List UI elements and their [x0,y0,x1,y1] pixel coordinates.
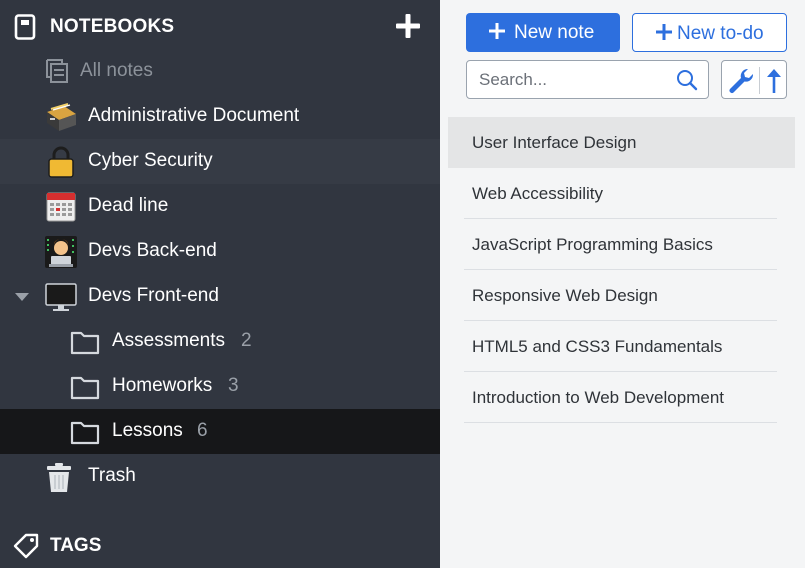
sidebar-item-dead-line[interactable]: Dead line [0,184,440,229]
sidebar-item-label: Dead line [88,195,169,216]
sidebar-item-label: All notes [80,60,153,81]
plus-icon [489,23,505,39]
sidebar-item-label: Administrative Document [88,105,300,126]
sidebar-item-trash[interactable]: Trash [0,454,440,499]
sidebar-item-homeworks[interactable]: Homeworks 3 [0,364,440,409]
sidebar-item-count: 6 [197,420,208,441]
sidebar: NOTEBOOKS All notes Administrative Docum… [0,0,440,568]
note-item[interactable]: Web Accessibility [448,168,795,219]
note-title: JavaScript Programming Basics [472,235,713,254]
sidebar-item-label: Devs Back-end [88,240,217,261]
technologist-icon [45,236,77,268]
expand-caret-icon[interactable] [15,293,29,301]
all-notes-icon [46,59,68,83]
tags-header[interactable]: TAGS [0,522,440,568]
plus-icon [656,24,672,40]
sidebar-item-label: Assessments [112,330,225,351]
trash-icon [47,463,71,492]
note-item[interactable]: JavaScript Programming Basics [448,219,795,270]
notebooks-title: NOTEBOOKS [50,16,175,37]
sidebar-item-all-notes[interactable]: All notes [0,49,440,94]
note-item[interactable]: HTML5 and CSS3 Fundamentals [448,321,795,372]
search-input[interactable] [479,69,669,91]
calendar-icon [46,192,76,222]
folder-icon [70,376,100,400]
folder-icon [70,331,100,355]
lock-icon [48,146,74,178]
new-note-button[interactable]: New note [466,13,620,52]
note-item[interactable]: Responsive Web Design [448,270,795,321]
wrench-icon[interactable] [726,66,756,96]
cabinet-icon [47,103,76,131]
sidebar-item-label: Homeworks [112,375,213,396]
search-box [466,60,709,99]
search-icon[interactable] [676,69,698,91]
note-title: Web Accessibility [472,184,604,203]
note-title: Responsive Web Design [472,286,658,305]
sidebar-item-devs-front-end[interactable]: Devs Front-end [0,274,440,319]
note-item[interactable]: User Interface Design [448,117,795,168]
tags-title: TAGS [50,535,102,556]
tag-icon [13,533,39,559]
notebook-icon [14,14,36,40]
sidebar-item-devs-back-end[interactable]: Devs Back-end [0,229,440,274]
note-item[interactable]: Introduction to Web Development [448,372,795,423]
new-note-label: New note [514,22,595,43]
sidebar-item-label: Devs Front-end [88,285,219,306]
sidebar-item-cyber-security[interactable]: Cyber Security [0,139,440,184]
new-todo-label: New to-do [677,23,764,44]
sort-arrow-up-icon[interactable] [764,66,784,96]
note-title: Introduction to Web Development [472,388,724,407]
divider [464,422,777,423]
folder-icon [70,421,100,445]
note-title: User Interface Design [472,133,637,152]
sidebar-item-count: 2 [241,330,252,351]
notebooks-header: NOTEBOOKS [0,0,440,54]
note-title: HTML5 and CSS3 Fundamentals [472,337,723,356]
monitor-icon [45,283,77,311]
add-notebook-button[interactable] [392,10,424,42]
sidebar-item-administrative-document[interactable]: Administrative Document [0,94,440,139]
sidebar-item-label: Lessons [112,420,183,441]
sidebar-item-lessons[interactable]: Lessons 6 [0,409,440,454]
sort-controls [721,60,787,99]
notes-panel: New note New to-do User Interface Design [440,0,805,568]
new-todo-button[interactable]: New to-do [632,13,787,52]
sort-divider [759,67,760,94]
sidebar-item-assessments[interactable]: Assessments 2 [0,319,440,364]
sidebar-item-label: Trash [88,465,136,486]
sidebar-item-label: Cyber Security [88,150,213,171]
sidebar-item-count: 3 [228,375,239,396]
